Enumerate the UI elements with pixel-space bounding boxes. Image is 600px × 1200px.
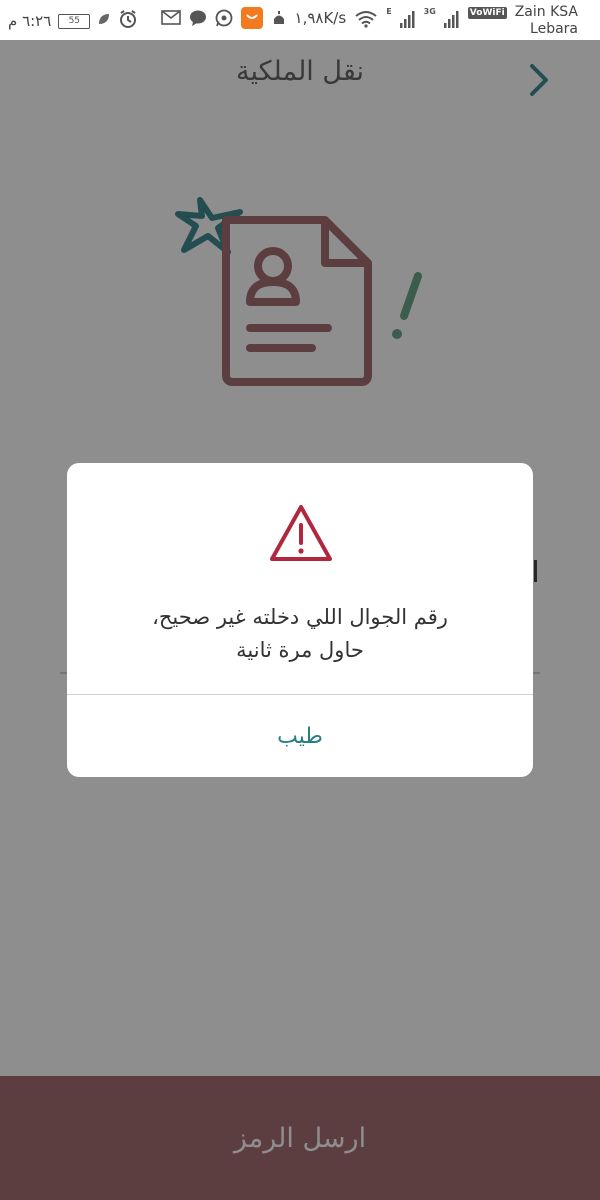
network-type-3g: 3G (423, 7, 436, 16)
alarm-icon (118, 9, 138, 33)
ok-button[interactable]: طيب (67, 695, 533, 777)
net-speed: ١,٩٨K/s (294, 9, 347, 27)
vowifi-badge: VoWiFi (467, 7, 507, 19)
battery-icon: 55 (58, 13, 91, 29)
status-right: ١,٩٨K/s E 3G VoWiFi Zain KSA Lebara (160, 4, 578, 38)
warning-icon (268, 503, 334, 563)
dialog-message-line-2: حاول مرة ثانية (236, 638, 364, 662)
wifi-icon (354, 10, 378, 32)
chat-icon (189, 9, 207, 31)
error-dialog: رقم الجوال اللي دخلته غير صحيح، حاول مرة… (67, 463, 533, 777)
status-time: ٦:٢٦ م (8, 12, 52, 30)
carrier-2: Lebara (530, 21, 578, 37)
dialog-message: رقم الجوال اللي دخلته غير صحيح، حاول مرة… (87, 601, 513, 667)
shopping-app-icon (240, 7, 263, 33)
leaf-icon (97, 12, 111, 30)
status-left: ٦:٢٦ م 55 (8, 9, 138, 33)
mail-icon (160, 10, 181, 29)
mosque-icon (271, 11, 287, 29)
carrier-info: Zain KSA Lebara (515, 4, 578, 38)
dialog-message-line-1: رقم الجوال اللي دخلته غير صحيح، (152, 605, 448, 629)
signal-icon (399, 10, 416, 32)
network-type-e: E (386, 7, 392, 16)
whatsapp-icon (215, 9, 233, 31)
carrier-1: Zain KSA (514, 4, 578, 20)
signal-icon-2 (443, 10, 460, 32)
status-bar: ٦:٢٦ م 55 ١,٩٨K/s E 3G VoWiFi Zain KSA L… (0, 0, 600, 40)
battery-level: 55 (68, 15, 81, 26)
